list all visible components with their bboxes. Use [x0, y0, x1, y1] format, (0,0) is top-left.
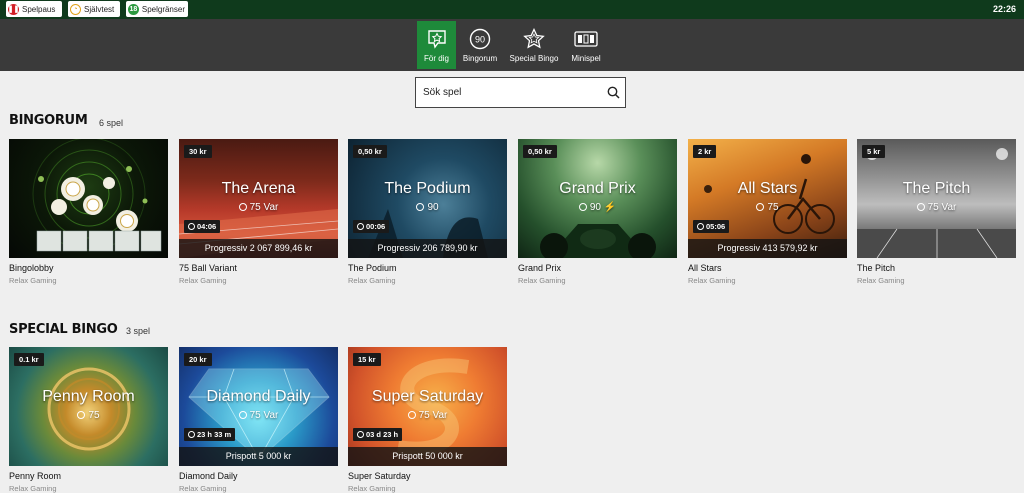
game-tile-75-ball-variant[interactable]: 30 kr The Arena 75 Var 04:06 Progressiv …: [179, 139, 338, 258]
countdown: 04:06: [197, 222, 217, 231]
cards-icon: [574, 27, 598, 51]
price-badge: 15 kr: [353, 353, 381, 366]
clock-icon: [357, 223, 364, 230]
category-nav: För dig 90 Bingorum Special Bingo Minisp…: [0, 19, 1024, 71]
countdown: 23 h 33 m: [197, 430, 232, 439]
tile-title: The Pitch: [902, 180, 971, 197]
ball-icon: [416, 203, 425, 211]
tile-title: All Stars: [737, 180, 798, 197]
clock-icon: [188, 223, 195, 230]
tile-subtitle: 90 ⚡: [589, 202, 617, 213]
jackpot-bar: Progressiv 206 789,90 kr: [348, 239, 507, 258]
game-provider: Relax Gaming: [518, 276, 566, 285]
tile-title: Penny Room: [42, 388, 135, 405]
game-provider: Relax Gaming: [857, 276, 905, 285]
top-bar: ❚❚ Spelpaus ◔ Självtest 18 Spelgränser 2…: [0, 0, 1024, 19]
search-icon[interactable]: [607, 86, 620, 102]
game-name[interactable]: Grand Prix: [518, 263, 561, 273]
countdown: 03 d 23 h: [366, 430, 399, 439]
star-outline-icon: [523, 27, 545, 51]
search-input[interactable]: Sök spel: [415, 77, 626, 108]
price-badge: 5 kr: [862, 145, 886, 158]
game-tile-penny-room[interactable]: 0.1 kr Penny Room 75: [9, 347, 168, 466]
game-provider: Relax Gaming: [9, 276, 57, 285]
countdown: 05:06: [706, 222, 726, 231]
price-badge: 0,50 kr: [523, 145, 557, 158]
jackpot-bar: Progressiv 2 067 899,46 kr: [179, 239, 338, 258]
countdown: 00:06: [366, 222, 386, 231]
ball-icon: [407, 411, 416, 419]
section-title-special-bingo: SPECIAL BINGO: [9, 322, 118, 337]
tile-subtitle: 90: [427, 202, 439, 213]
game-name[interactable]: The Podium: [348, 263, 397, 273]
game-provider: Relax Gaming: [688, 276, 736, 285]
jackpot-bar: Prispott 50 000 kr: [348, 447, 507, 466]
section-title-bingorum: BINGORUM: [9, 113, 88, 128]
section-count-special-bingo: 3 spel: [126, 326, 151, 336]
game-provider: Relax Gaming: [179, 276, 227, 285]
ball-icon: [77, 411, 86, 419]
price-badge: 2 kr: [693, 145, 717, 158]
gauge-icon: ◔: [70, 3, 81, 15]
clock-icon: [357, 431, 364, 438]
clock-icon: [697, 223, 704, 230]
clock: 22:26: [992, 4, 1016, 14]
price-badge: 30 kr: [184, 145, 212, 158]
clock-icon: [188, 431, 195, 438]
tile-title: The Arena: [221, 180, 296, 197]
tile-subtitle: 75: [767, 202, 779, 213]
tile-subtitle: 75 Var: [249, 410, 279, 421]
tile-subtitle: 75: [88, 410, 100, 421]
ball-icon: [238, 411, 247, 419]
game-tile-all-stars[interactable]: 2 kr All Stars 75 05:06 Progressiv 413 5…: [688, 139, 847, 258]
svg-text:90: 90: [475, 35, 485, 45]
jackpot-bar: Prispott 5 000 kr: [179, 447, 338, 466]
tab-special-bingo[interactable]: Special Bingo: [506, 21, 562, 69]
ball-icon: [238, 203, 247, 211]
game-tile-the-pitch[interactable]: 5 kr The Pitch 75 Var: [857, 139, 1016, 258]
pause-icon: ❚❚: [8, 3, 19, 15]
game-tile-diamond-daily[interactable]: 20 kr Diamond Daily 75 Var 23 h 33 m Pri…: [179, 347, 338, 466]
jackpot-bar: Progressiv 413 579,92 kr: [688, 239, 847, 258]
tile-subtitle: 75 Var: [249, 202, 279, 213]
game-name[interactable]: Super Saturday: [348, 471, 411, 481]
tab-for-dig[interactable]: För dig: [417, 21, 456, 69]
spelgranser-button[interactable]: 18 Spelgränser: [126, 1, 188, 17]
sjalvtest-button[interactable]: ◔ Självtest: [68, 1, 120, 17]
tab-bingorum[interactable]: 90 Bingorum: [458, 21, 502, 69]
game-tile-bingolobby[interactable]: [9, 139, 168, 258]
game-name[interactable]: The Pitch: [857, 263, 895, 273]
price-badge: 0.1 kr: [14, 353, 44, 366]
tile-title: Grand Prix: [559, 180, 636, 197]
game-tile-grand-prix[interactable]: 0,50 kr Grand Prix 90 ⚡: [518, 139, 677, 258]
star-chat-icon: [426, 27, 448, 51]
spelpaus-button[interactable]: ❚❚ Spelpaus: [6, 1, 62, 17]
game-provider: Relax Gaming: [348, 276, 396, 285]
price-badge: 20 kr: [184, 353, 212, 366]
bingolobby-art: [32, 139, 162, 252]
game-name[interactable]: 75 Ball Variant: [179, 263, 237, 273]
ball-90-icon: 90: [469, 27, 491, 51]
game-name[interactable]: All Stars: [688, 263, 722, 273]
ball-icon: [578, 203, 587, 211]
limits-icon: 18: [128, 3, 139, 15]
game-name[interactable]: Penny Room: [9, 471, 61, 481]
game-name[interactable]: Diamond Daily: [179, 471, 238, 481]
tile-subtitle: 75 Var: [418, 410, 448, 421]
ball-icon: [756, 203, 765, 211]
tile-subtitle: 75 Var: [927, 202, 957, 213]
game-tile-super-saturday[interactable]: 15 kr Super Saturday 75 Var 03 d 23 h Pr…: [348, 347, 507, 466]
ball-icon: [916, 203, 925, 211]
game-tile-the-podium[interactable]: 0,50 kr The Podium 90 00:06 Progressiv 2…: [348, 139, 507, 258]
tile-title: Diamond Daily: [206, 388, 311, 405]
tile-title: Super Saturday: [371, 388, 484, 405]
tab-minispel[interactable]: Minispel: [566, 21, 606, 69]
price-badge: 0,50 kr: [353, 145, 387, 158]
section-count-bingorum: 6 spel: [99, 118, 124, 128]
tile-title: The Podium: [384, 180, 471, 197]
game-name[interactable]: Bingolobby: [9, 263, 54, 273]
